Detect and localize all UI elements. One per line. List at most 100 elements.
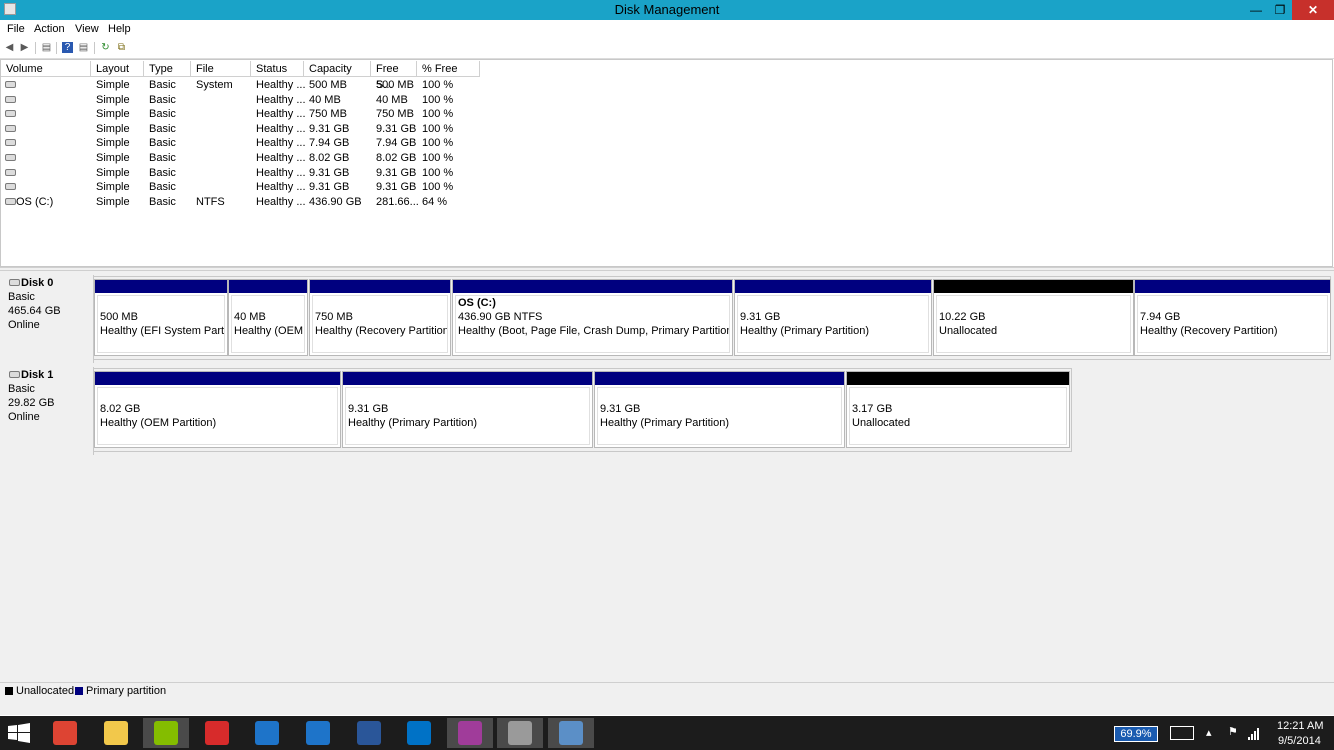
taskbar-app-button[interactable] (42, 718, 88, 748)
action-center-flag-icon[interactable]: ⚑ (1228, 725, 1238, 738)
disk-management-icon (508, 721, 533, 745)
show-hidden-icons-icon[interactable]: ▴ (1206, 726, 1212, 739)
volume-row[interactable]: Simple Basic Healthy ... 750 MB 750 MB 100 % (1, 107, 1332, 122)
disk-icon (9, 371, 20, 378)
clock-time[interactable]: 12:21 AM (1277, 720, 1323, 732)
disk-graphical-view: Disk 0 Basic 465.64 GB Online 500 MB Healthy … (0, 271, 1334, 682)
partition-color-bar (595, 372, 844, 385)
disk-name: Disk 1 (21, 369, 54, 381)
column-header-layout[interactable]: Layout (91, 61, 144, 77)
volume-row[interactable]: Simple Basic Healthy ... 8.02 GB 8.02 GB 100 … (1, 151, 1332, 166)
clock-date[interactable]: 9/5/2014 (1278, 735, 1321, 747)
partition-status: Unallocated (939, 325, 998, 337)
partition-block[interactable]: 8.02 GB Healthy (OEM Partition) (94, 371, 341, 448)
menu-action[interactable]: Action (34, 23, 65, 35)
unallocated-space[interactable]: 10.22 GB Unallocated (933, 279, 1134, 356)
volume-row[interactable]: Simple Basic Healthy ... 500 MB 500 MB 100 % (1, 78, 1332, 93)
volume-drive-icon (5, 154, 16, 161)
rescan-disks-icon[interactable]: ⧉ (116, 42, 127, 53)
volume-list[interactable]: Volume Layout Type File System Status Ca… (0, 59, 1333, 267)
cell-free: 281.66... (376, 195, 419, 208)
partition-details: 8.02 GB Healthy (OEM Partition) (97, 387, 338, 445)
volume-row[interactable]: Simple Basic Healthy ... 7.94 GB 7.94 GB 100 … (1, 136, 1332, 151)
partition-color-bar (95, 372, 340, 385)
cell-capacity: 750 MB (309, 108, 347, 121)
cell-layout: Simple (96, 181, 130, 194)
volume-row[interactable]: Simple Basic Healthy ... 9.31 GB 9.31 GB 100 … (1, 180, 1332, 195)
cell-type: Basic (149, 166, 176, 179)
back-arrow-icon[interactable]: ◀ (4, 42, 15, 53)
partition-status: Unallocated (852, 417, 911, 429)
partition-status: Healthy (Primary Partition) (600, 417, 729, 429)
partition-details: 9.31 GB Healthy (Primary Partition) (597, 387, 842, 445)
disk-info-0[interactable]: Disk 0 Basic 465.64 GB Online (2, 275, 94, 363)
volume-row[interactable]: Simple Basic Healthy ... 9.31 GB 9.31 GB 100 … (1, 122, 1332, 137)
battery-percentage[interactable]: 69.9% (1114, 726, 1158, 742)
column-header-file-system[interactable]: File System (191, 61, 251, 91)
cell-layout: Simple (96, 152, 130, 164)
cell-type: Basic (149, 137, 176, 150)
cell-pct: 100 % (422, 79, 454, 91)
outlook-icon (407, 721, 432, 745)
column-header-status[interactable]: Status (251, 61, 304, 77)
partition-details: 7.94 GB Healthy (Recovery Partition) (1137, 295, 1328, 353)
partition-block[interactable]: 500 MB Healthy (EFI System Partitic (94, 279, 228, 356)
start-button[interactable] (8, 723, 30, 743)
taskbar-app-button[interactable] (143, 718, 190, 748)
column-header-volume[interactable]: Volume (1, 61, 91, 77)
help-icon[interactable]: ? (62, 42, 73, 53)
taskbar-app-button[interactable] (446, 718, 493, 748)
partition-block[interactable]: 9.31 GB Healthy (Primary Partition) (342, 371, 593, 448)
cell-free: 500 MB (376, 79, 414, 91)
taskbar-app-button[interactable] (93, 718, 139, 748)
column-header-percent-free[interactable]: % Free (417, 61, 480, 77)
partition-details: 500 MB Healthy (EFI System Partitic (97, 295, 225, 353)
refresh-icon[interactable]: ↻ (100, 42, 111, 53)
partition-block[interactable]: 7.94 GB Healthy (Recovery Partition) (1134, 279, 1331, 356)
disk-state: Online (8, 319, 40, 331)
partition-status: Healthy (EFI System Partitic (100, 325, 225, 337)
cell-layout: Simple (96, 195, 130, 208)
window-title: Disk Management (614, 2, 720, 17)
menu-view[interactable]: View (75, 23, 99, 35)
column-header-capacity[interactable]: Capacity (304, 61, 371, 77)
taskbar-app-button[interactable] (396, 718, 442, 748)
disk-info-1[interactable]: Disk 1 Basic 29.82 GB Online (2, 367, 94, 455)
menu-file[interactable]: File (7, 23, 25, 35)
partition-color-bar (229, 280, 307, 293)
maximize-button[interactable]: ❐ (1266, 0, 1294, 20)
menu-help[interactable]: Help (108, 23, 131, 35)
taskbar-app-button[interactable] (346, 718, 392, 748)
properties-icon[interactable]: ▤ (41, 42, 52, 53)
unallocated-swatch (5, 687, 13, 695)
wifi-signal-icon[interactable] (1248, 728, 1260, 740)
cell-status: Healthy ... (256, 137, 306, 150)
partition-block[interactable]: 9.31 GB Healthy (Primary Partition) (734, 279, 932, 356)
taskbar-app-button[interactable] (194, 718, 240, 748)
column-header-type[interactable]: Type (144, 61, 191, 77)
partition-block[interactable]: OS (C:) 436.90 GB NTFS Healthy (Boot, Page… (452, 279, 733, 356)
taskbar-app-button[interactable] (548, 718, 594, 748)
taskbar-app-button[interactable] (295, 718, 341, 748)
status-bar (0, 699, 1334, 715)
keyboard-icon[interactable] (1170, 726, 1194, 740)
volume-row[interactable]: Simple Basic Healthy ... 40 MB 40 MB 100 % (1, 93, 1332, 108)
list-view-icon[interactable]: ▤ (78, 42, 89, 53)
taskbar-app-button[interactable] (497, 718, 544, 748)
partition-color-bar (95, 280, 227, 293)
partition-block[interactable]: 750 MB Healthy (Recovery Partition) (309, 279, 451, 356)
forward-arrow-icon[interactable]: ▶ (19, 42, 30, 53)
volume-row[interactable]: Simple Basic Healthy ... 9.31 GB 9.31 GB 100 … (1, 166, 1332, 181)
volume-drive-icon (5, 183, 16, 191)
partition-size: 500 MB (100, 311, 138, 323)
close-button[interactable]: ✕ (1292, 0, 1334, 20)
taskbar-app-button[interactable] (244, 718, 290, 748)
unallocated-space[interactable]: 3.17 GB Unallocated (846, 371, 1070, 448)
cell-free: 9.31 GB (376, 181, 417, 194)
partition-block[interactable]: 9.31 GB Healthy (Primary Partition) (594, 371, 845, 448)
cell-layout: Simple (96, 108, 130, 121)
partition-block[interactable]: 40 MB Healthy (OEM F (228, 279, 308, 356)
partition-size: 40 MB (234, 311, 266, 323)
column-header-free-space[interactable]: Free S... (371, 61, 417, 91)
volume-row[interactable]: OS (C:) Simple Basic NTFS Healthy ... 436.90 … (1, 195, 1332, 210)
